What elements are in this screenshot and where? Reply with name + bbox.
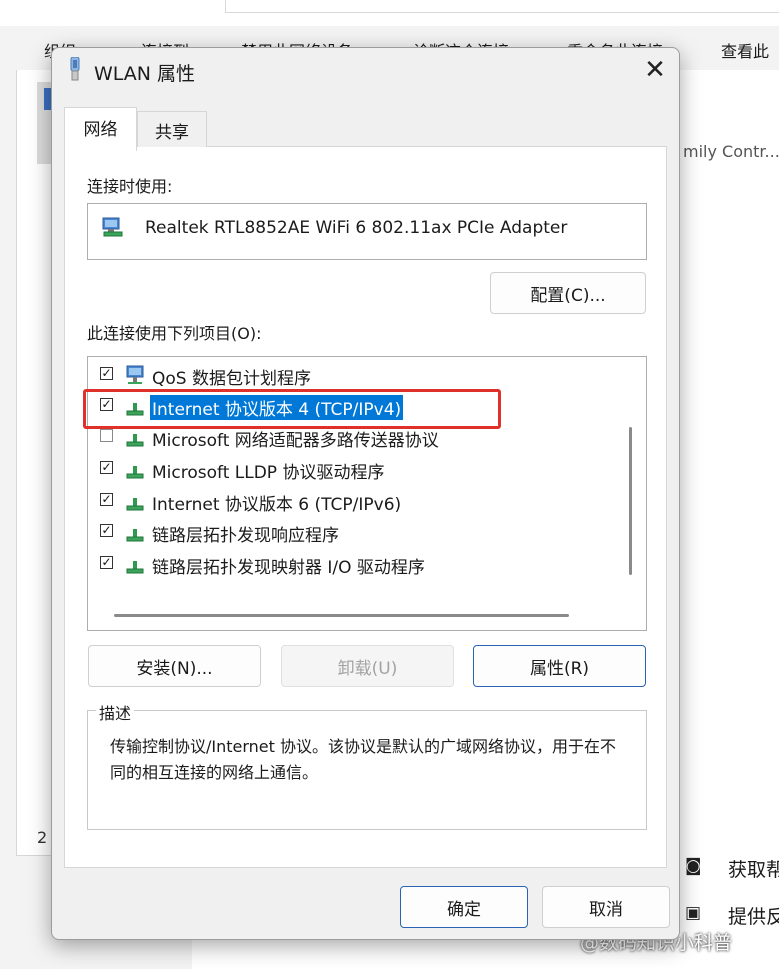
tab-sharing[interactable]: 共享 <box>137 111 207 147</box>
qos-icon <box>126 365 144 384</box>
list-item-label: QoS 数据包计划程序 <box>152 369 311 389</box>
description-legend: 描述 <box>96 700 135 724</box>
list-item[interactable]: ✓ 链路层拓扑发现映射器 I/O 驱动程序 <box>88 548 618 578</box>
get-help-link[interactable]: 获取帮 <box>728 855 779 882</box>
explorer-address-area <box>0 0 779 27</box>
feedback-icon: ▣ <box>685 903 702 923</box>
protocol-icon <box>126 529 144 542</box>
protocol-icon <box>126 498 144 511</box>
wlan-properties-dialog: WLAN 属性 ✕ 网络 共享 连接时使用: Realtek RTL8852AE… <box>51 47 680 940</box>
configure-button[interactable]: 配置(C)... <box>490 272 646 314</box>
properties-button[interactable]: 属性(R) <box>473 645 646 687</box>
adapter-name-box: Realtek RTL8852AE WiFi 6 802.11ax PCIe A… <box>87 203 647 260</box>
address-bar[interactable] <box>225 0 779 13</box>
list-item[interactable]: ✓ Internet 协议版本 6 (TCP/IPv6) <box>88 485 618 515</box>
list-item[interactable]: ✓ 链路层拓扑发现响应程序 <box>88 516 618 546</box>
protocol-icon <box>126 434 144 447</box>
cancel-button[interactable]: 取消 <box>542 886 670 928</box>
list-item-label: Microsoft LLDP 协议驱动程序 <box>152 463 385 483</box>
protocol-icon <box>126 561 144 574</box>
help-icon: ◙ <box>685 856 702 876</box>
tab-network[interactable]: 网络 <box>64 107 137 151</box>
protocol-icon <box>126 466 144 479</box>
item-checkbox[interactable]: ✓ <box>100 367 113 380</box>
item-count-text: 2 <box>37 828 48 847</box>
title-bar[interactable]: WLAN 属性 ✕ <box>52 48 679 94</box>
item-checkbox[interactable]: ✓ <box>100 556 113 569</box>
cmd-view-status[interactable]: 查看此 <box>721 38 769 62</box>
list-item[interactable]: ✓ Microsoft LLDP 协议驱动程序 <box>88 453 618 483</box>
item-checkbox[interactable]: ✓ <box>100 524 113 537</box>
uninstall-button[interactable]: 卸载(U) <box>281 645 454 687</box>
vertical-scrollbar[interactable] <box>629 427 632 575</box>
annotation-highlight-box <box>83 389 501 429</box>
ok-button[interactable]: 确定 <box>400 886 528 928</box>
close-button[interactable]: ✕ <box>631 48 679 92</box>
list-item-label: Internet 协议版本 6 (TCP/IPv6) <box>152 495 402 515</box>
close-icon: ✕ <box>644 55 666 85</box>
list-item-label: 链路层拓扑发现响应程序 <box>152 526 339 546</box>
items-label: 此连接使用下列项目(O): <box>87 324 262 343</box>
item-checkbox[interactable] <box>100 429 113 442</box>
network-card-icon <box>102 217 123 237</box>
dialog-title: WLAN 属性 <box>94 63 196 85</box>
item-checkbox[interactable]: ✓ <box>100 461 113 474</box>
horizontal-scrollbar[interactable] <box>114 614 569 617</box>
wlan-adapter-icon <box>70 57 80 81</box>
install-button[interactable]: 安装(N)... <box>88 645 261 687</box>
list-item-label: Microsoft 网络适配器多路传送器协议 <box>152 431 439 451</box>
connect-using-label: 连接时使用: <box>87 177 173 196</box>
give-feedback-link[interactable]: 提供反 <box>728 902 779 929</box>
adapter-name: Realtek RTL8852AE WiFi 6 802.11ax PCIe A… <box>145 218 568 238</box>
item-checkbox[interactable]: ✓ <box>100 493 113 506</box>
adapter-description-text: mily Contr... <box>683 142 779 161</box>
list-item[interactable]: ✓ QoS 数据包计划程序 <box>88 359 618 389</box>
list-item-label: 链路层拓扑发现映射器 I/O 驱动程序 <box>152 558 425 578</box>
description-text: 传输控制协议/Internet 协议。该协议是默认的广域网络协议，用于在不同的相… <box>110 737 617 782</box>
